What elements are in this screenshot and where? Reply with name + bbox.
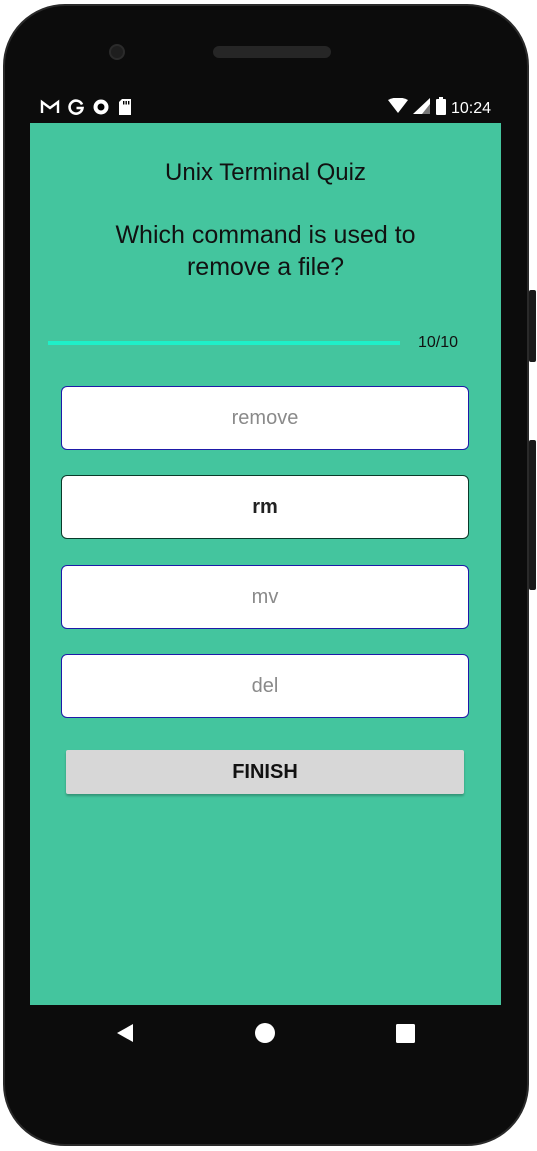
option-label: rm <box>252 495 278 518</box>
signal-icon <box>412 98 431 119</box>
record-icon <box>92 98 110 121</box>
option-mv[interactable]: mv <box>61 565 469 629</box>
wifi-icon <box>387 97 408 119</box>
front-camera <box>109 44 125 60</box>
option-label: del <box>251 674 279 697</box>
question-text: Which command is used to remove a file? <box>115 221 416 281</box>
google-icon <box>67 98 85 121</box>
power-button <box>529 290 536 362</box>
option-remove[interactable]: remove <box>61 386 469 450</box>
option-del[interactable]: del <box>61 654 469 718</box>
earpiece-speaker <box>213 46 331 58</box>
status-bar: 10:24 <box>30 93 501 123</box>
quiz-title: Unix Terminal Quiz <box>165 159 366 186</box>
gmail-icon <box>40 99 60 120</box>
recents-icon[interactable] <box>391 1019 419 1047</box>
progress-bar <box>48 341 400 345</box>
status-time: 10:24 <box>450 99 491 117</box>
option-label: remove <box>231 406 299 429</box>
option-label: mv <box>251 585 279 608</box>
volume-button <box>529 440 536 590</box>
progress-counter: 10/10 <box>418 334 459 351</box>
back-icon[interactable] <box>111 1019 139 1047</box>
navigation-bar <box>30 1005 501 1061</box>
progress-bar-fill <box>48 341 400 345</box>
option-rm[interactable]: rm <box>61 475 469 539</box>
finish-button[interactable]: FINISH <box>66 750 464 794</box>
quiz-screen: Unix Terminal Quiz Which command is used… <box>30 123 501 1005</box>
home-icon[interactable] <box>251 1019 279 1047</box>
sd-card-icon <box>117 98 133 121</box>
battery-icon <box>435 97 446 120</box>
